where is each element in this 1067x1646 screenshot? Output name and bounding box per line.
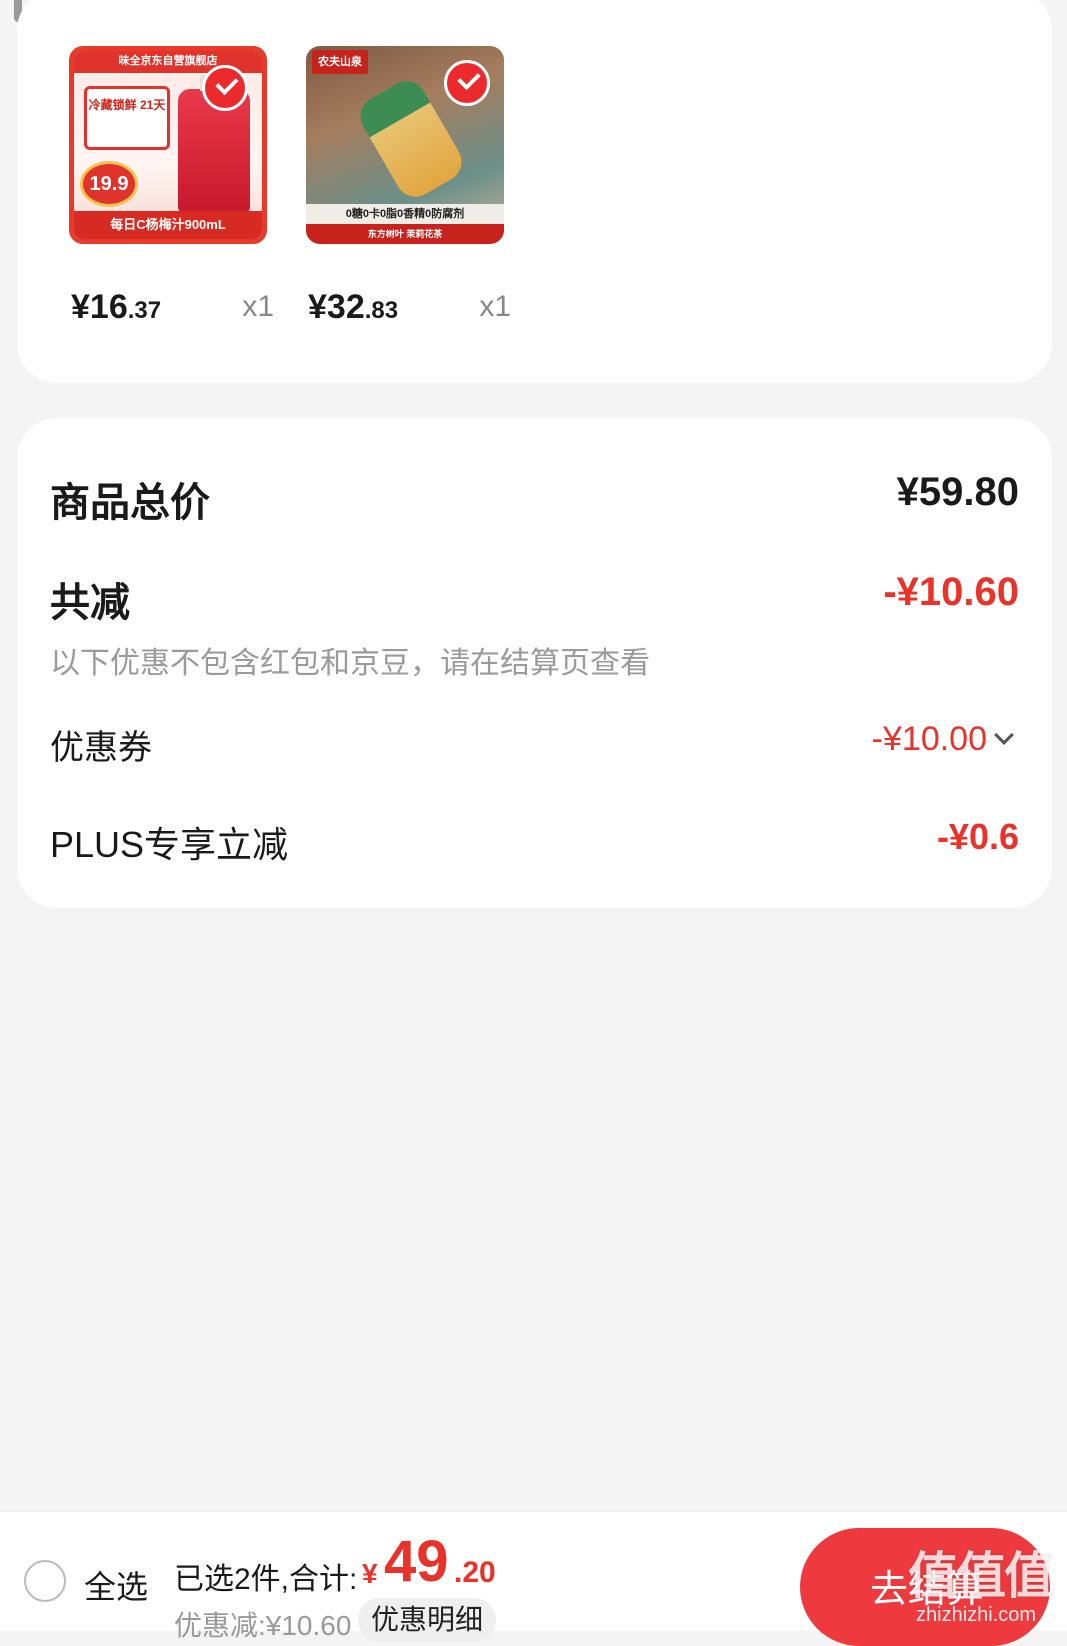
price-main: ¥32 [308,288,365,326]
check-icon[interactable] [444,60,490,106]
coupon-label: 优惠券 [50,729,152,767]
total-currency: ¥ [362,1558,378,1589]
promo-tag: 冷藏锁鲜 21天 [84,86,170,150]
price-summary-card: 商品总价 ¥59.80 共减 -¥10.60 以下优惠不包含红包和京豆，请在结算… [17,418,1052,908]
discount-detail-button[interactable]: 优惠明细 [358,1598,496,1642]
total-price-label: 商品总价 [50,481,210,525]
total-price-row: 商品总价 ¥59.80 [50,470,1019,525]
product-price: ¥32.83 [308,288,398,327]
total-reduction-row: 共减 -¥10.60 [50,570,1019,625]
discount-note: 以下优惠不包含红包和京豆，请在结算页查看 [50,647,650,680]
watermark-url: zhizhizhi.com [916,1604,1037,1626]
product-name-banner: 每日C杨梅汁900mL [74,211,262,239]
brand-banner: 农夫山泉 [312,50,368,74]
product-price: ¥16.37 [71,288,161,327]
plus-discount-label: PLUS专享立减 [50,824,289,865]
select-all-label[interactable]: 全选 [84,1562,148,1608]
plus-discount-row: PLUS专享立减 -¥0.6 [50,816,1019,865]
total-reduction-value: -¥10.60 [883,570,1019,614]
price-main: ¥16 [71,288,128,326]
product-image[interactable]: 味全京东自营旗舰店 冷藏锁鲜 21天 19.9 每日C杨梅汁900mL [69,46,267,244]
price-row: ¥32.83 x1 [306,288,511,328]
product-item[interactable]: 味全京东自营旗舰店 冷藏锁鲜 21天 19.9 每日C杨梅汁900mL ¥16.… [69,46,274,326]
product-quantity: x1 [242,290,274,323]
badge-price: 19.9 [80,161,138,207]
watermark-logo: 值值值 [908,1548,1054,1604]
price-row: ¥16.37 x1 [69,288,274,328]
product-item[interactable]: 农夫山泉 0糖0卡0脂0香精0防腐剂 东方树叶 茉莉花茶 ¥32.83 x1 [306,46,511,326]
coupon-value-group[interactable]: -¥10.00 [871,720,1014,759]
total-price-value: ¥59.80 [896,470,1019,514]
total-reduction-label: 共减 [50,581,130,625]
feature-banner: 0糖0卡0脂0香精0防腐剂 [306,204,504,224]
price-decimal: .83 [364,297,399,324]
checkout-bar: 全选 已选2件,合计: ¥ 49 .20 优惠减:¥10.60 优惠明细 去结算… [0,1511,1067,1646]
total-integer: 49 [384,1529,449,1594]
coupon-value: -¥10.00 [871,720,987,758]
select-all-radio-icon[interactable] [24,1560,66,1602]
plus-discount-value: -¥0.6 [936,816,1019,857]
product-quantity: x1 [479,290,511,323]
discount-summary: 优惠减:¥10.60 [174,1610,352,1641]
selected-summary: 已选2件,合计: [174,1563,358,1596]
coupon-row[interactable]: 优惠券 -¥10.00 [50,720,1019,767]
check-icon[interactable] [202,65,248,111]
product-image[interactable]: 农夫山泉 0糖0卡0脂0香精0防腐剂 东方树叶 茉莉花茶 [306,46,504,244]
product-name-banner: 东方树叶 茉莉花茶 [306,224,504,244]
price-decimal: .37 [127,297,162,324]
products-card: 味全京东自营旗舰店 冷藏锁鲜 21天 19.9 每日C杨梅汁900mL ¥16.… [17,0,1052,383]
total-decimal: .20 [454,1556,496,1589]
chevron-down-icon[interactable] [994,725,1014,745]
